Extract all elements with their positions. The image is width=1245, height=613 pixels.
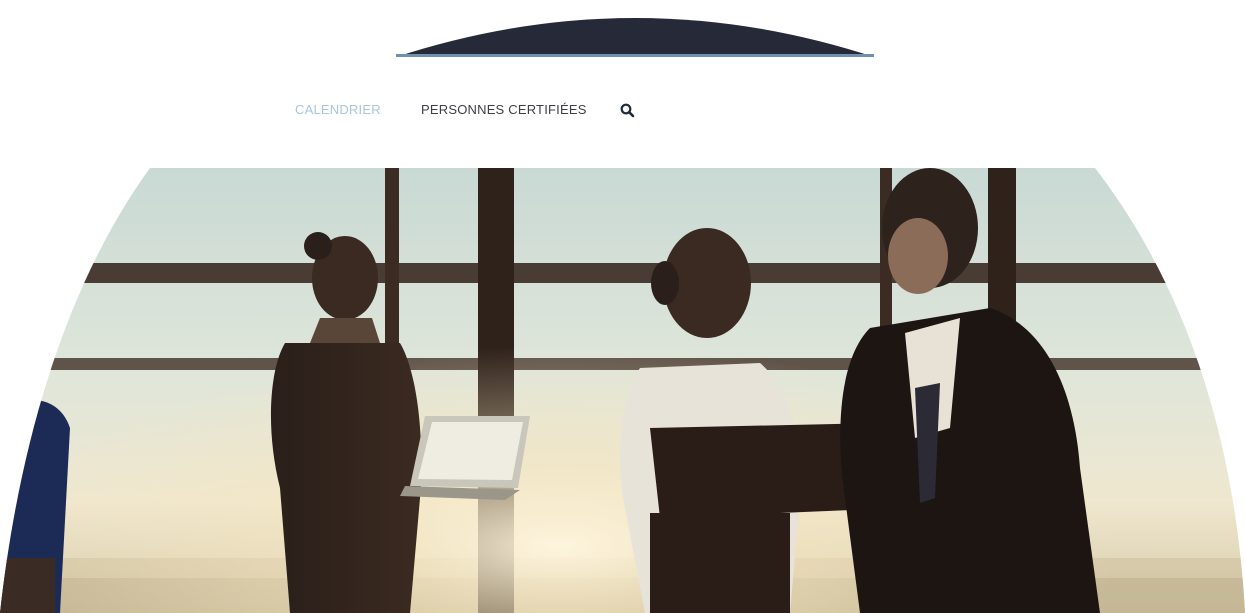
search-icon[interactable] xyxy=(619,101,637,119)
hero-illustration xyxy=(0,168,1245,613)
top-decorative-dome xyxy=(396,9,874,57)
hero-image xyxy=(0,168,1245,613)
main-nav: CALENDRIER PERSONNES CERTIFIÉES xyxy=(0,100,1245,122)
nav-item-personnes-certifiees[interactable]: PERSONNES CERTIFIÉES xyxy=(421,102,587,117)
nav-item-calendrier[interactable]: CALENDRIER xyxy=(295,102,381,117)
